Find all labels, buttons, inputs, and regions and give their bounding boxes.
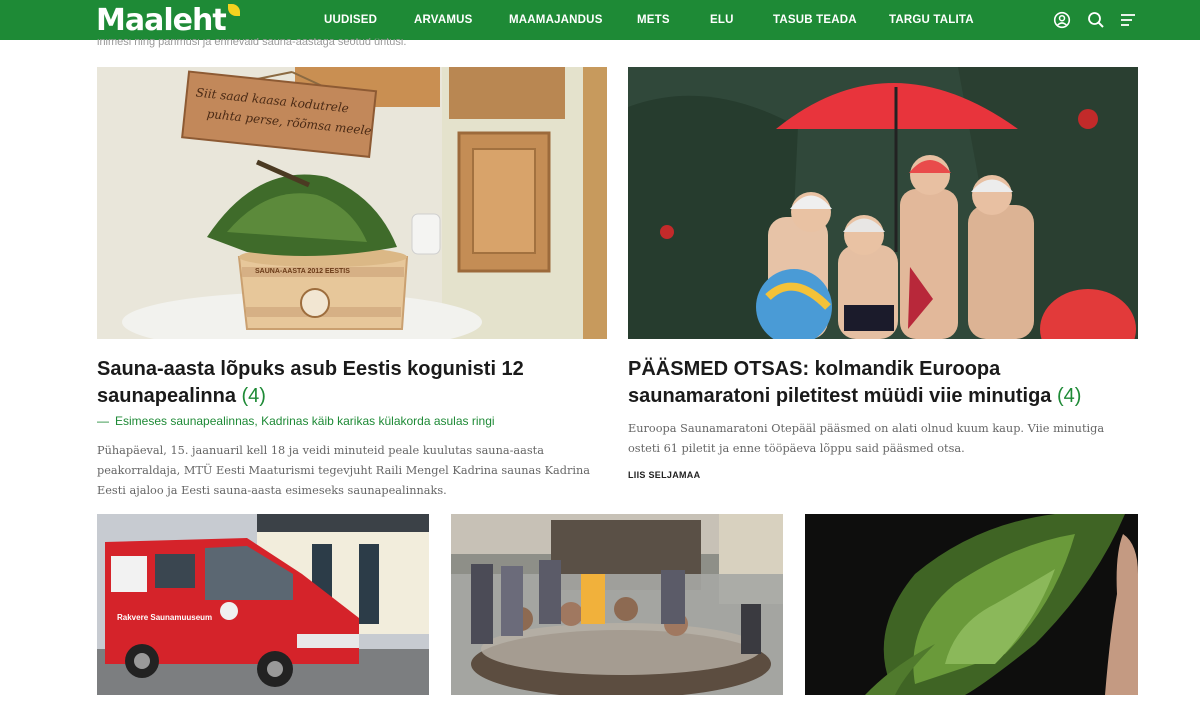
article-image-sauna-bucket[interactable]: Siit saad kaasa kodutrele puhta perse, r… [97,67,607,339]
nav-item-mets[interactable]: METS [637,14,670,26]
nav-item-arvamus[interactable]: ARVAMUS [414,14,472,26]
menu-icon[interactable] [1119,11,1137,29]
dash-icon: — [97,414,109,428]
site-logo[interactable]: Maaleht [96,2,240,38]
van-text: Rakvere Saunamuuseum [117,613,212,622]
article-lead-1: Pühapäeval, 15. jaanuaril kell 18 ja vei… [97,444,591,497]
related-link-1[interactable]: — Esimeses saunapealinnas, Kadrinas käib … [97,414,495,428]
top-navigation-bar: Maaleht UUDISED ARVAMUS MAAMAJANDUS METS… [0,0,1200,40]
user-icon[interactable] [1053,11,1071,29]
previous-article-text: inimesi ning parimusi ja erinevaid sauna… [97,38,407,48]
article-title-2-text[interactable]: PÄÄSMED OTSAS: kolmandik Euroopa saunama… [628,358,1051,407]
article-author-2[interactable]: LIIS SELJAMAA [628,470,700,480]
comment-count-2[interactable]: (4) [1057,385,1081,407]
article-image-sauna-whisk[interactable] [805,514,1138,695]
related-link-text[interactable]: Esimeses saunapealinnas, Kadrinas käib k… [115,414,495,428]
logo-text: Maaleht [96,2,227,38]
nav-item-elu[interactable]: ELU [710,14,734,26]
article-title-1-text[interactable]: Sauna-aasta lõpuks asub Eestis kogunisti… [97,358,524,407]
search-icon[interactable] [1087,11,1105,29]
article-image-sauna-marathon[interactable] [628,67,1138,339]
tub-label: SAUNA-AASTA 2012 EESTIS [255,268,350,275]
comment-count-1[interactable]: (4) [242,385,266,407]
nav-item-targu-talita[interactable]: TARGU TALITA [889,14,974,26]
article-lead-2: Euroopa Saunamaratoni Otepääl pääsmed on… [628,422,1105,455]
nav-item-maamajandus[interactable]: MAAMAJANDUS [509,14,603,26]
nav-item-uudised[interactable]: UUDISED [324,14,377,26]
logo-leaf-icon [227,4,240,16]
nav-item-tasub-teada[interactable]: TASUB TEADA [773,14,857,26]
article-title-2[interactable]: PÄÄSMED OTSAS: kolmandik Euroopa saunama… [628,356,1138,410]
article-title-1[interactable]: Sauna-aasta lõpuks asub Eestis kogunisti… [97,356,597,410]
article-image-hot-tub[interactable] [451,514,783,695]
article-image-red-van[interactable]: Rakvere Saunamuuseum [97,514,429,695]
